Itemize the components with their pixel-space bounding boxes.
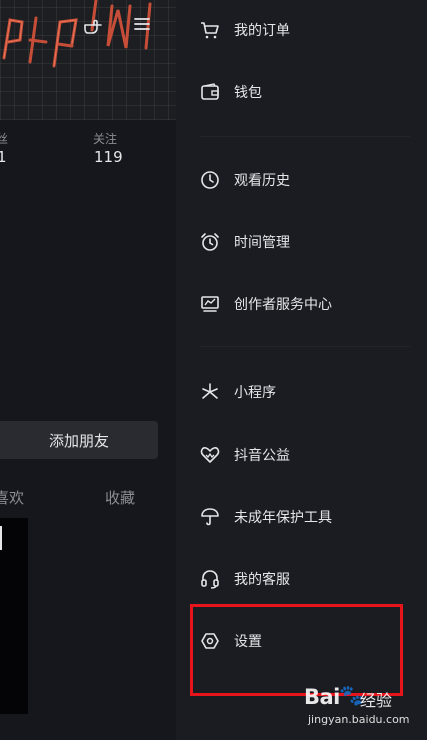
baidu-jingyan-watermark: Bai 🐾 经验 jingyan.baidu.com — [300, 683, 420, 733]
alarm-clock-icon — [200, 232, 220, 252]
wallet-icon — [200, 82, 220, 102]
watermark-url: jingyan.baidu.com — [308, 713, 410, 726]
menu-item-label: 观看历史 — [234, 173, 290, 189]
menu-divider — [200, 346, 410, 347]
menu-item-watch-history[interactable]: 观看历史 — [176, 160, 427, 200]
menu-item-label: 我的客服 — [234, 572, 290, 588]
watermark-logo: Bai — [304, 685, 340, 709]
add-friend-button[interactable]: 添加朋友 — [0, 421, 158, 459]
menu-item-wallet[interactable]: 钱包 — [176, 72, 427, 112]
stat-value-followers[interactable]: 1 — [0, 148, 7, 166]
menu-item-label: 抖音公益 — [234, 448, 290, 464]
profile-banner — [0, 0, 176, 120]
menu-item-mini-programs[interactable]: 小程序 — [176, 372, 427, 412]
menu-item-label: 创作者服务中心 — [234, 297, 332, 313]
pointing-hand-icon[interactable] — [82, 14, 104, 40]
tab-likes[interactable]: 喜欢 — [0, 487, 24, 508]
video-thumbnail[interactable] — [0, 518, 28, 714]
menu-item-charity[interactable]: 抖音公益 — [176, 435, 427, 475]
clock-icon — [200, 170, 220, 190]
asterisk-icon — [200, 382, 220, 402]
headset-icon — [200, 569, 220, 589]
tab-favorites[interactable]: 收藏 — [105, 487, 135, 508]
menu-item-customer-service[interactable]: 我的客服 — [176, 559, 427, 599]
monitor-chart-icon — [200, 294, 220, 314]
menu-divider — [200, 136, 410, 137]
menu-item-my-orders[interactable]: 我的订单 — [176, 10, 427, 50]
heart-icon — [200, 445, 220, 465]
thumbnail-edge — [0, 526, 2, 550]
menu-icon[interactable] — [133, 15, 151, 37]
menu-item-label: 未成年保护工具 — [234, 510, 332, 526]
umbrella-icon — [200, 507, 220, 527]
stat-label-followers: 丝 — [0, 132, 9, 146]
watermark-product: 经验 — [360, 691, 393, 710]
menu-item-label: 小程序 — [234, 385, 276, 401]
profile-panel: 丝 1 关注 119 添加朋友 喜欢 收藏 — [0, 0, 176, 740]
menu-item-creator-center[interactable]: 创作者服务中心 — [176, 284, 427, 324]
menu-item-label: 时间管理 — [234, 235, 290, 251]
menu-item-time-management[interactable]: 时间管理 — [176, 222, 427, 262]
stat-label-following: 关注 — [93, 132, 118, 146]
menu-item-minor-protection[interactable]: 未成年保护工具 — [176, 497, 427, 537]
add-friend-label: 添加朋友 — [48, 431, 109, 450]
menu-item-label: 我的订单 — [234, 23, 290, 39]
stat-value-following[interactable]: 119 — [94, 148, 123, 166]
menu-item-label: 钱包 — [234, 85, 262, 101]
cart-icon — [200, 20, 220, 40]
